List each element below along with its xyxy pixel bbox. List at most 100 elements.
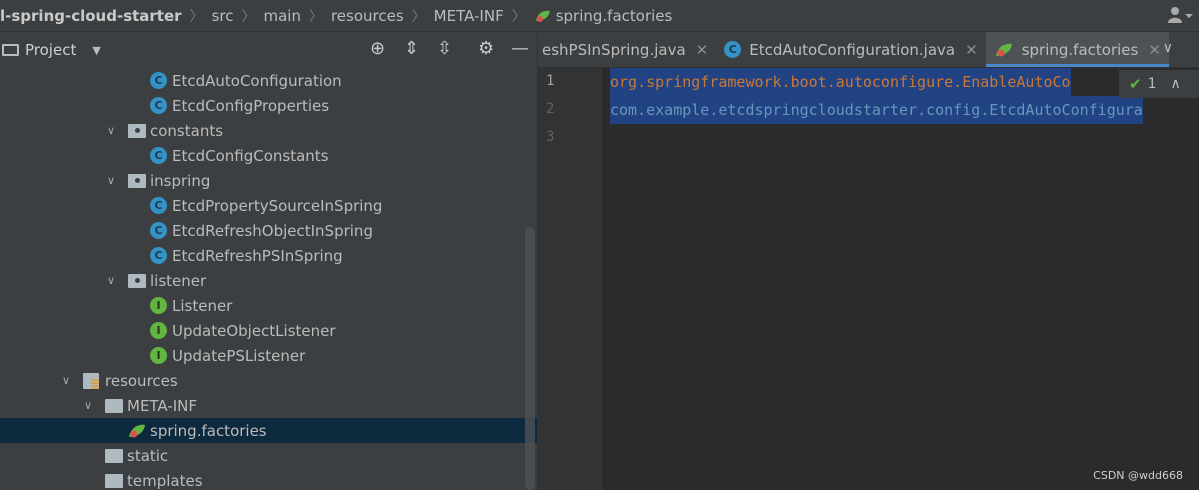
tree-item[interactable]: I Listener: [0, 293, 537, 318]
tree-item[interactable]: static: [0, 443, 537, 468]
tree-item-label: UpdateObjectListener: [172, 321, 336, 340]
tree-item-label: static: [127, 446, 169, 465]
tree-item[interactable]: ∨ META-INF: [0, 393, 537, 418]
breadcrumb-src[interactable]: src: [212, 7, 234, 25]
folder-icon: [105, 398, 123, 413]
tree-item[interactable]: C EtcdAutoConfiguration: [0, 68, 537, 93]
tree-item-label: constants: [150, 121, 224, 140]
tree-item-label: Listener: [172, 296, 233, 315]
chevron-down-icon[interactable]: ∨: [104, 124, 118, 137]
chevron-right-icon: 〉: [189, 8, 204, 25]
close-icon[interactable]: ✕: [965, 41, 978, 59]
interface-icon: I: [150, 297, 167, 314]
chevron-down-icon[interactable]: ∨: [59, 374, 73, 387]
tree-item[interactable]: I UpdatePSListener: [0, 343, 537, 368]
line-number-gutter: 1 2 3: [538, 68, 602, 490]
breadcrumb-resources[interactable]: resources: [331, 7, 404, 25]
project-icon: [2, 44, 19, 56]
tree-item-label: EtcdConfigConstants: [172, 146, 329, 165]
tab-refresh-ps-in-spring[interactable]: eshPSInSpring.java ✕: [538, 32, 716, 67]
chevron-down-icon[interactable]: ∨: [81, 399, 95, 412]
breadcrumb-meta-inf[interactable]: META-INF: [434, 7, 504, 25]
resources-folder-icon: [83, 372, 99, 389]
breadcrumb-project[interactable]: l-spring-cloud-starter: [0, 7, 182, 25]
tree-item-label: META-INF: [127, 396, 198, 415]
line-number: 1: [546, 73, 555, 89]
tree-item[interactable]: templates: [0, 468, 537, 490]
tree-item-label: EtcdPropertySourceInSpring: [172, 196, 383, 215]
project-panel-header: Project ▼ ⊕ ⇕ ⇳ ⚙ —: [0, 32, 537, 68]
line-number: 2: [546, 101, 555, 117]
code-line-text: org.springframework.boot.autoconfigure.E…: [610, 73, 1071, 91]
user-icon[interactable]: [1167, 6, 1193, 28]
tree-item-label: EtcdRefreshPSInSpring: [172, 246, 343, 265]
tree-item[interactable]: C EtcdRefreshPSInSpring: [0, 243, 537, 268]
tree-item-selected[interactable]: spring.factories: [0, 418, 537, 443]
class-icon: C: [150, 97, 167, 114]
breadcrumb-main[interactable]: main: [263, 7, 300, 25]
close-icon[interactable]: ✕: [1148, 41, 1161, 59]
navigation-bar: l-spring-cloud-starter 〉 src 〉 main 〉 re…: [0, 0, 1199, 32]
package-icon: [128, 123, 146, 138]
package-icon: [128, 273, 146, 288]
class-icon: C: [150, 147, 167, 164]
tree-item[interactable]: ∨ resources: [0, 368, 537, 393]
class-icon: C: [150, 222, 167, 239]
locate-icon[interactable]: ⊕: [370, 39, 385, 59]
chevron-down-icon[interactable]: ∨: [104, 274, 118, 287]
class-icon: C: [150, 197, 167, 214]
interface-icon: I: [150, 347, 167, 364]
chevron-down-icon[interactable]: ∨: [1163, 40, 1173, 56]
tree-item-label: EtcdAutoConfiguration: [172, 71, 342, 90]
collapse-all-icon[interactable]: ⇳: [437, 39, 452, 59]
project-panel-title[interactable]: Project: [25, 41, 76, 59]
tab-label: EtcdAutoConfiguration.java: [749, 40, 956, 59]
tree-item[interactable]: ∨ constants: [0, 118, 537, 143]
spring-leaf-icon: [127, 423, 147, 439]
vertical-scrollbar[interactable]: [525, 227, 535, 490]
tree-item[interactable]: ∨ listener: [0, 268, 537, 293]
interface-icon: I: [150, 322, 167, 339]
class-icon: C: [150, 72, 167, 89]
code-line[interactable]: org.springframework.boot.autoconfigure.E…: [610, 68, 1071, 96]
chevron-right-icon: 〉: [511, 8, 526, 25]
tab-label: spring.factories: [1021, 40, 1139, 59]
tree-item-label: spring.factories: [150, 421, 267, 440]
code-text-area[interactable]: org.springframework.boot.autoconfigure.E…: [610, 68, 1199, 490]
tree-item[interactable]: C EtcdConfigConstants: [0, 143, 537, 168]
editor-tabs: eshPSInSpring.java ✕ C EtcdAutoConfigura…: [538, 32, 1199, 68]
gear-icon[interactable]: ⚙: [478, 39, 494, 59]
folder-icon: [105, 448, 123, 463]
inspection-count: 1: [1147, 76, 1157, 92]
line-number: 3: [546, 129, 555, 145]
tab-label: eshPSInSpring.java: [542, 40, 686, 59]
tree-item[interactable]: I UpdateObjectListener: [0, 318, 537, 343]
inspection-widget[interactable]: ✔ 1 ∧: [1119, 70, 1199, 98]
tree-item[interactable]: C EtcdRefreshObjectInSpring: [0, 218, 537, 243]
class-icon: C: [724, 41, 742, 58]
expand-all-icon[interactable]: ⇕: [404, 39, 419, 59]
spring-leaf-icon: [534, 9, 552, 23]
breadcrumb-spring-factories[interactable]: spring.factories: [556, 7, 673, 25]
tree-item-label: listener: [150, 271, 207, 290]
project-panel: Project ▼ ⊕ ⇕ ⇳ ⚙ — C EtcdAutoConfigurat…: [0, 32, 537, 490]
spring-leaf-icon: [994, 42, 1014, 58]
tab-etcd-auto-configuration[interactable]: C EtcdAutoConfiguration.java ✕: [716, 32, 985, 67]
code-line[interactable]: com.example.etcdspringcloudstarter.confi…: [610, 96, 1143, 124]
class-icon: C: [150, 247, 167, 264]
folder-icon: [105, 473, 123, 488]
tree-item-label: EtcdRefreshObjectInSpring: [172, 221, 373, 240]
tree-item[interactable]: C EtcdPropertySourceInSpring: [0, 193, 537, 218]
tree-item-label: EtcdConfigProperties: [172, 96, 330, 115]
chevron-down-icon[interactable]: ∨: [104, 174, 118, 187]
tree-item[interactable]: ∨ inspring: [0, 168, 537, 193]
minimize-icon[interactable]: —: [511, 39, 529, 59]
tree-item[interactable]: C EtcdConfigProperties: [0, 93, 537, 118]
chevron-right-icon: 〉: [241, 8, 256, 25]
chevron-down-icon[interactable]: ▼: [92, 44, 100, 57]
close-icon[interactable]: ✕: [696, 41, 709, 59]
package-icon: [128, 173, 146, 188]
chevron-up-icon[interactable]: ∧: [1171, 76, 1181, 92]
check-icon: ✔: [1129, 75, 1142, 93]
tab-spring-factories[interactable]: spring.factories ✕: [985, 32, 1170, 67]
